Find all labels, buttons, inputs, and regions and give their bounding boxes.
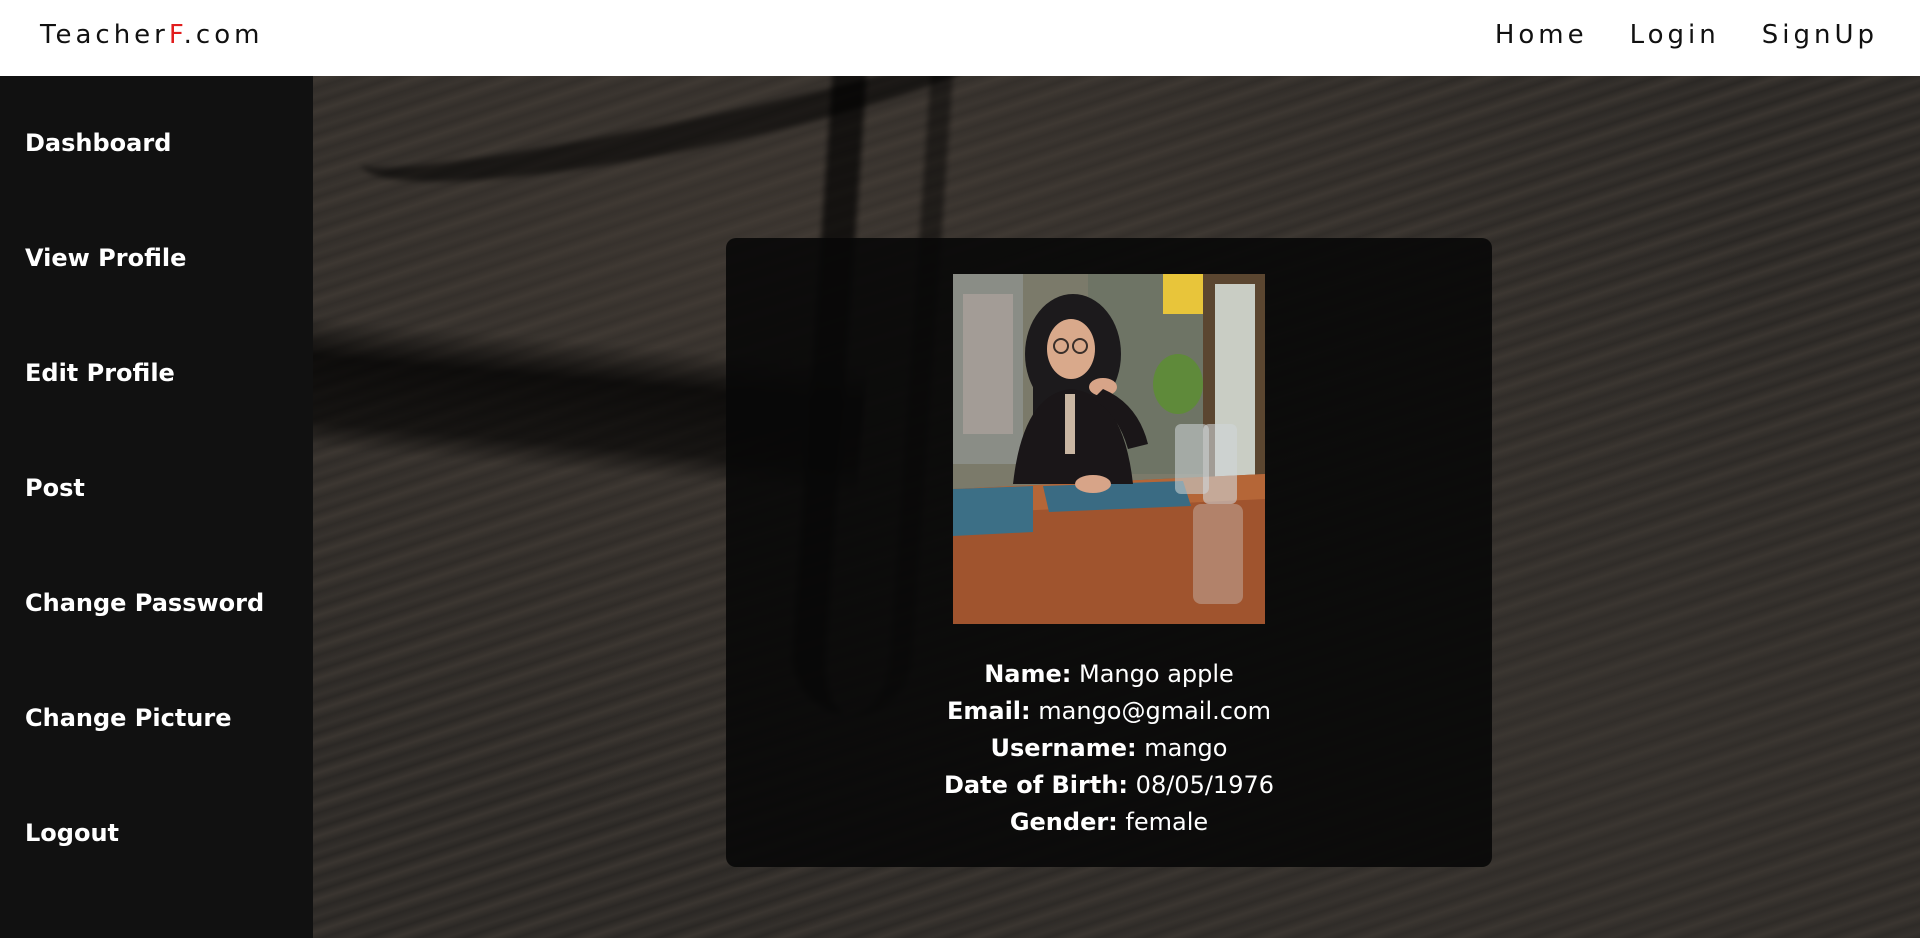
profile-field-dob: Date of Birth: 08/05/1976 [726,767,1492,804]
field-label: Gender: [1009,808,1118,836]
field-value: female [1125,808,1209,836]
sidebar-item-logout[interactable]: Logout [25,819,119,847]
field-label: Username: [990,734,1137,762]
sidebar-item-change-picture[interactable]: Change Picture [25,704,232,732]
field-value: mango@gmail.com [1038,697,1272,725]
sidebar-item-post[interactable]: Post [25,474,85,502]
profile-photo [953,274,1265,624]
nav-home-link[interactable]: Home [1495,20,1588,50]
sidebar-item-view-profile[interactable]: View Profile [25,244,186,272]
profile-field-username: Username: mango [726,730,1492,767]
brand-logo[interactable]: TeacherF.com [40,20,263,50]
profile-card: Name: Mango apple Email: mango@gmail.com… [726,238,1492,867]
nav-login-link[interactable]: Login [1630,20,1720,50]
sidebar-item-change-password[interactable]: Change Password [25,589,264,617]
profile-field-name: Name: Mango apple [726,656,1492,693]
sidebar: Dashboard View Profile Edit Profile Post… [0,74,313,938]
field-label: Email: [946,697,1031,725]
brand-accent: F [168,20,184,50]
field-value: Mango apple [1079,660,1234,688]
profile-details: Name: Mango apple Email: mango@gmail.com… [726,656,1492,841]
sidebar-item-edit-profile[interactable]: Edit Profile [25,359,175,387]
field-label: Name: [984,660,1072,688]
profile-field-email: Email: mango@gmail.com [726,693,1492,730]
field-value: 08/05/1976 [1135,771,1274,799]
main-nav: Home Login SignUp [1495,20,1878,50]
brand-suffix: .com [183,20,264,50]
sidebar-item-dashboard[interactable]: Dashboard [25,129,171,157]
profile-field-gender: Gender: female [726,804,1492,841]
top-navbar: TeacherF.com Home Login SignUp [0,0,1920,76]
field-label: Date of Birth: [944,771,1129,799]
profile-photo-illustration [953,274,1265,624]
nav-signup-link[interactable]: SignUp [1762,20,1878,50]
brand-prefix: Teacher [40,20,169,50]
field-value: mango [1144,734,1228,762]
